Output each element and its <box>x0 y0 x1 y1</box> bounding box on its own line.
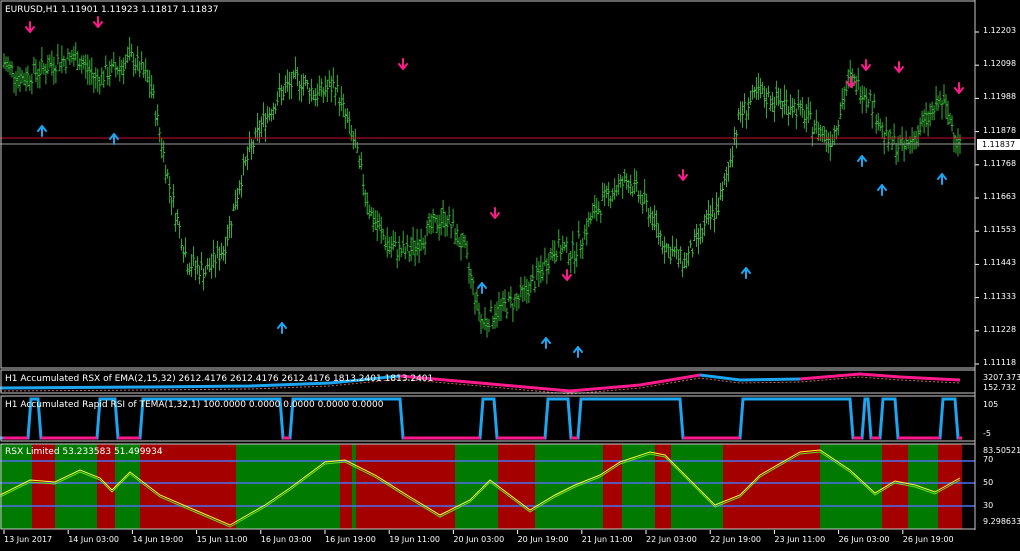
buy-arrow-icon <box>541 337 551 349</box>
rsx-zone <box>498 444 535 529</box>
price-tick: 1.11553 <box>983 225 1017 235</box>
price-tick: 1.11878 <box>983 125 1017 135</box>
buy-arrow-icon <box>477 282 487 294</box>
time-tick: 22 Jun 03:00 <box>646 535 697 544</box>
price-tick: 1.12203 <box>983 26 1017 35</box>
main-chart-title: EURUSD,H1 1.11901 1.11923 1.11817 1.1183… <box>5 5 219 15</box>
rsx-zone <box>455 444 498 529</box>
panel3-tick-70: 70 <box>983 455 994 464</box>
price-tick: 1.11228 <box>983 324 1017 334</box>
panel2-title: H1 Accumulated Rapid RSI of TEMA(1,32,1)… <box>5 400 384 410</box>
price-tick: 1.11768 <box>983 158 1017 168</box>
rsx-zone <box>723 444 820 529</box>
time-tick: 15 Jun 11:00 <box>196 535 248 544</box>
panel3-tick-30: 30 <box>983 501 994 510</box>
sell-arrow-icon <box>25 21 35 33</box>
sell-arrow-icon <box>562 269 572 281</box>
panel3-tick-50: 50 <box>983 478 994 487</box>
price-tick: 1.11333 <box>983 291 1017 301</box>
panel-frame <box>0 0 976 369</box>
rsx-zone <box>535 444 603 529</box>
time-tick: 16 Jun 19:00 <box>325 535 376 544</box>
buy-arrow-icon <box>741 267 751 279</box>
buy-arrow-icon <box>37 125 47 137</box>
panel1-tick-min: 152.732 <box>983 383 1017 392</box>
sell-arrow-icon <box>398 58 408 70</box>
time-tick: 26 Jun 19:00 <box>902 535 954 544</box>
sell-arrow-icon <box>678 169 688 181</box>
time-tick: 13 Jun 2017 <box>4 535 53 544</box>
time-tick: 14 Jun 19:00 <box>132 535 184 544</box>
price-tick: 1.11118 <box>983 358 1017 367</box>
sell-arrow-icon <box>894 61 904 73</box>
panel1-title: H1 Accumulated RSX of EMA(2,15,32) 2612.… <box>5 374 434 384</box>
rsx-zone <box>622 444 655 529</box>
sell-arrow-icon <box>861 59 871 71</box>
price-tick: 1.11443 <box>983 258 1017 268</box>
time-tick: 19 Jun 11:00 <box>389 535 441 544</box>
current-price-badge: 1.11837 <box>977 139 1020 150</box>
price-tick: 1.11663 <box>983 192 1017 201</box>
panel3-title: RSX Limited 53.233583 51.499934 <box>5 447 163 457</box>
panel2-tick-min: -5 <box>983 429 991 438</box>
time-tick: 21 Jun 11:00 <box>581 535 633 544</box>
price-panel[interactable] <box>0 16 975 358</box>
rsx-zone <box>603 444 622 529</box>
sell-arrow-icon <box>93 16 103 28</box>
buy-arrow-icon <box>573 346 583 358</box>
panel3-tick-max: 83.50521 <box>983 446 1020 455</box>
panel1-tick-max: 3207.373 <box>983 373 1020 382</box>
rsx-zone <box>938 444 962 529</box>
price-tick: 1.12098 <box>983 59 1017 69</box>
rsx-accumulated-line <box>699 373 801 382</box>
buy-arrow-icon <box>877 184 887 196</box>
panel3-tick-min: 9.298633 <box>983 517 1020 526</box>
time-tick: 26 Jun 03:00 <box>838 535 890 544</box>
rsx-zone <box>236 444 340 529</box>
time-tick: 16 Jun 03:00 <box>260 535 312 544</box>
panel2-tick-max: 105 <box>983 400 999 409</box>
buy-arrow-icon <box>109 133 119 145</box>
time-tick: 14 Jun 03:00 <box>68 535 120 544</box>
time-tick: 20 Jun 03:00 <box>453 535 505 544</box>
time-tick: 22 Jun 19:00 <box>710 535 762 544</box>
sell-arrow-icon <box>954 82 964 94</box>
rsx-accumulated-line <box>799 372 961 382</box>
buy-arrow-icon <box>857 155 867 167</box>
rsx-zone <box>340 444 352 529</box>
time-tick: 20 Jun 19:00 <box>517 535 569 544</box>
rsx-zone <box>352 444 356 529</box>
price-tick: 1.11988 <box>983 92 1017 102</box>
rsx-zone <box>356 444 455 529</box>
time-tick: 23 Jun 11:00 <box>774 535 826 544</box>
trading-chart[interactable] <box>0 0 1020 551</box>
buy-arrow-icon <box>277 322 287 334</box>
sell-arrow-icon <box>490 207 500 219</box>
buy-arrow-icon <box>937 173 947 185</box>
